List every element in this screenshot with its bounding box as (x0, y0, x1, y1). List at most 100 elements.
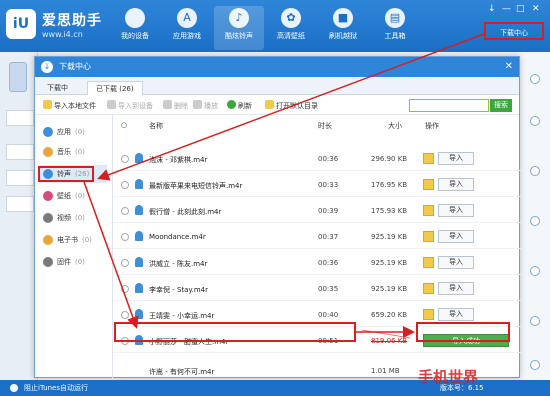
select-all-checkbox[interactable]: ○ (121, 121, 127, 129)
check-icon[interactable] (10, 384, 18, 392)
row-name: 假行僧 - 此刻此刻.m4r (149, 208, 222, 216)
search-input[interactable] (409, 99, 489, 112)
minimize-icon[interactable]: — (502, 4, 511, 14)
search-button[interactable]: 搜索 (490, 99, 512, 112)
phone-icon (9, 62, 27, 92)
refresh-button[interactable]: 刷新 (227, 100, 252, 111)
dialog-close-icon[interactable]: ✕ (505, 57, 513, 77)
play-icon (193, 100, 202, 109)
nav-flash-jailbreak[interactable]: ■ 刷机越狱 (318, 6, 368, 50)
folder-icon[interactable] (423, 153, 434, 164)
category-label: 固件 (57, 258, 71, 266)
sidebar-item[interactable] (6, 144, 34, 160)
nav-ringtones[interactable]: ♪ 酷炫铃声 (214, 6, 264, 50)
app-icon (43, 127, 53, 137)
row-size: 659.20 KB (371, 311, 408, 319)
row-checkbox[interactable] (121, 233, 129, 241)
category-count: (0) (75, 148, 85, 156)
tab-downloading[interactable]: 下载中 (39, 81, 76, 95)
table-row[interactable]: 最新版苹果来电短信铃声.m4r 00:33 176.95 KB 导入 (113, 173, 521, 197)
list-dot (530, 74, 540, 84)
toolbar-label: 导入本地文件 (54, 102, 96, 110)
row-duration: 00:39 (318, 207, 339, 215)
status-text[interactable]: 阻止iTunes自动运行 (24, 380, 88, 396)
import-button[interactable]: 导入 (438, 204, 474, 217)
import-button[interactable]: 导入 (438, 178, 474, 191)
row-name: 洪威立 - 陈友.m4r (149, 260, 208, 268)
row-checkbox[interactable] (121, 181, 129, 189)
category-ebooks[interactable]: 电子书 (0) (39, 231, 107, 249)
table-row[interactable]: 李幸倪 - Stay.m4r 00:35 925.19 KB 导入 (113, 277, 521, 301)
toolbox-icon: ▤ (385, 8, 405, 28)
maximize-icon[interactable]: □ (516, 4, 525, 14)
list-dot (530, 360, 540, 370)
import-local-button[interactable]: 导入本地文件 (43, 100, 96, 111)
folder-icon[interactable] (423, 179, 434, 190)
row-duration: 00:36 (318, 259, 339, 267)
open-dir-button[interactable]: 打开默认目录 (265, 100, 318, 111)
play-button[interactable]: 播放 (193, 100, 218, 111)
list-dot (530, 266, 540, 276)
folder-icon (265, 100, 274, 109)
import-device-button[interactable]: 导入到设备 (107, 100, 153, 111)
dialog-title-bar: ↓ 下载中心 ✕ (35, 57, 519, 77)
import-button[interactable]: 导入 (438, 152, 474, 165)
toolbar-label: 导入到设备 (118, 102, 153, 110)
folder-icon[interactable] (423, 283, 434, 294)
table-row[interactable]: 假行僧 - 此刻此刻.m4r 00:39 175.93 KB 导入 (113, 199, 521, 223)
import-button[interactable]: 导入 (438, 256, 474, 269)
row-duration: 00:36 (318, 155, 339, 163)
download-center-button[interactable]: 下载中心 (484, 22, 544, 40)
row-checkbox[interactable] (121, 155, 129, 163)
nav-apps-games[interactable]: A 应用游戏 (162, 6, 212, 50)
music-icon (43, 147, 53, 157)
sidebar-item[interactable] (6, 170, 34, 186)
toolbar-label: 播放 (204, 102, 218, 110)
row-size: 175.93 KB (371, 207, 408, 215)
nav-label: 刷机越狱 (329, 32, 357, 40)
toolbar-label: 删除 (174, 102, 188, 110)
row-checkbox[interactable] (121, 259, 129, 267)
row-name: 许嵩 - 有何不可.m4r (149, 368, 215, 376)
device-icon (107, 100, 116, 109)
download-arrow-icon[interactable]: ↓ (488, 4, 496, 14)
folder-icon[interactable] (423, 231, 434, 242)
sidebar-item[interactable] (6, 196, 34, 212)
table-row[interactable]: Moondance.m4r 00:37 925.19 KB 导入 (113, 225, 521, 249)
import-button[interactable]: 导入 (438, 308, 474, 321)
sidebar-search-box[interactable] (6, 110, 34, 126)
folder-icon[interactable] (423, 205, 434, 216)
import-button[interactable]: 导入 (438, 230, 474, 243)
category-videos[interactable]: 视频 (0) (39, 209, 107, 227)
category-apps[interactable]: 应用 (0) (39, 123, 107, 141)
table-row[interactable]: 泡沫 - 邓紫棋.m4r 00:36 296.90 KB 导入 (113, 147, 521, 171)
row-size: 925.19 KB (371, 285, 408, 293)
close-icon[interactable]: ✕ (532, 4, 540, 14)
row-checkbox[interactable] (121, 207, 129, 215)
col-size: 大小 (388, 122, 402, 130)
nav-toolbox[interactable]: ▤ 工具箱 (370, 6, 420, 50)
table-row[interactable]: 洪威立 - 陈友.m4r 00:36 925.19 KB 导入 (113, 251, 521, 275)
category-wallpapers[interactable]: 壁纸 (0) (39, 187, 107, 205)
category-label: 壁纸 (57, 192, 71, 200)
row-checkbox[interactable] (121, 285, 129, 293)
tab-downloaded[interactable]: 已下载 (26) (87, 81, 143, 95)
folder-icon[interactable] (423, 257, 434, 268)
folder-icon[interactable] (423, 309, 434, 320)
delete-button[interactable]: 删除 (163, 100, 188, 111)
highlight-selected-row (114, 322, 356, 342)
import-button[interactable]: 导入 (438, 282, 474, 295)
category-label: 电子书 (57, 236, 78, 244)
nav-my-device[interactable]: 我的设备 (110, 6, 160, 50)
nav-wallpapers[interactable]: ✿ 高清壁纸 (266, 6, 316, 50)
brand-name: 爱思助手 (42, 13, 102, 29)
row-checkbox[interactable] (121, 311, 129, 319)
row-duration: 00:37 (318, 233, 339, 241)
category-firmware[interactable]: 固件 (0) (39, 253, 107, 271)
folder-icon (43, 100, 52, 109)
row-size: 925.19 KB (371, 233, 408, 241)
category-count: (0) (75, 128, 85, 136)
nav-label: 高清壁纸 (277, 32, 305, 40)
category-music[interactable]: 音乐 (0) (39, 143, 107, 161)
list-dot (530, 116, 540, 126)
